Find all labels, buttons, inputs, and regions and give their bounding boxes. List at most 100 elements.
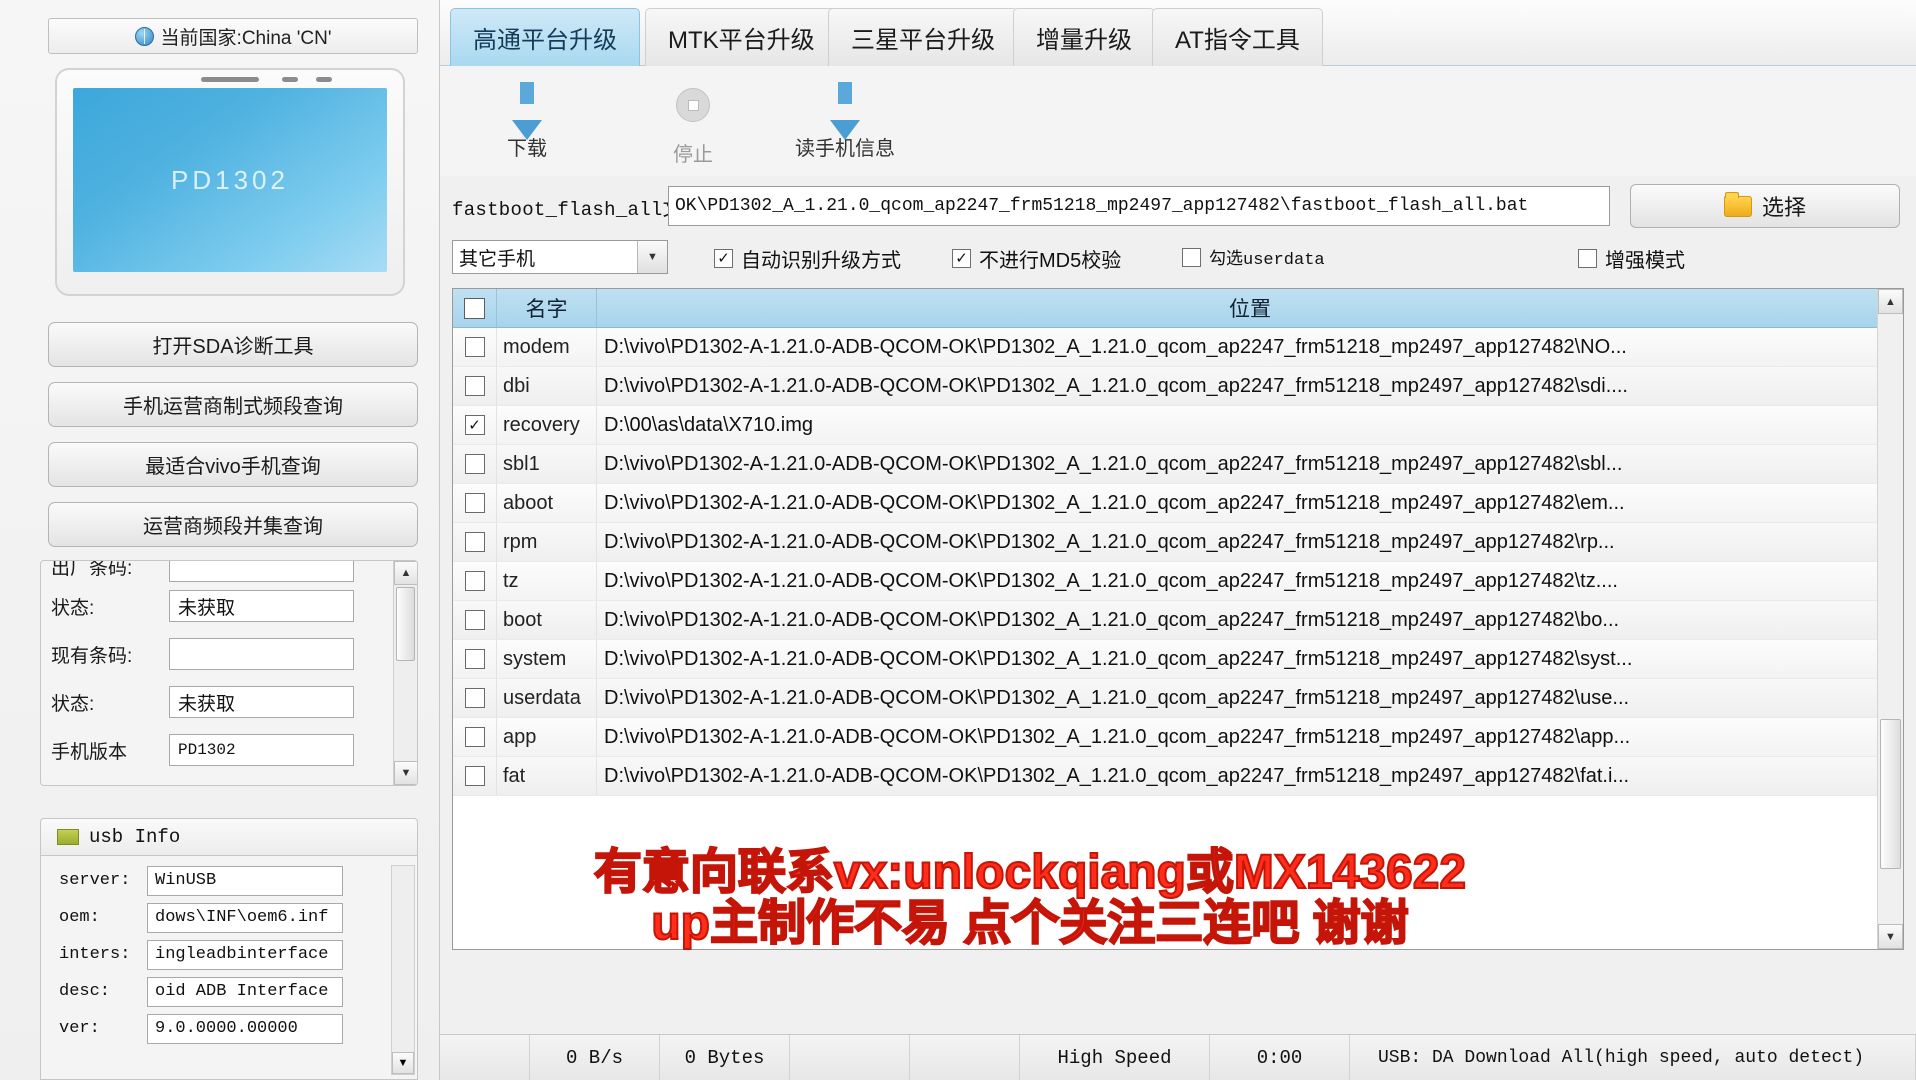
row-checkbox[interactable] [464,688,485,708]
table-row[interactable]: app D:\vivo\PD1302-A-1.21.0-ADB-QCOM-OK\P… [453,718,1903,757]
tab-samsung-upgrade[interactable]: 三星平台升级 [828,8,1018,66]
row-checkbox[interactable] [464,766,485,786]
select-file-button[interactable]: 选择 [1630,184,1900,228]
scrollbar-thumb[interactable] [1880,719,1901,869]
table-row[interactable]: userdata D:\vivo\PD1302-A-1.21.0-ADB-QCOM… [453,679,1903,718]
scrollbar-thumb[interactable] [396,587,415,661]
auto-detect-upgrade-checkbox[interactable]: ✓ 自动识别升级方式 [714,244,901,273]
tab-incremental-upgrade[interactable]: 增量升级 [1013,8,1155,66]
table-row[interactable]: dbi D:\vivo\PD1302-A-1.21.0-ADB-QCOM-OK\P… [453,367,1903,406]
chevron-down-icon[interactable]: ▼ [637,241,667,273]
row-checkbox-cell [453,640,497,678]
row-checkbox[interactable] [464,532,485,552]
row-checkbox[interactable] [464,649,485,669]
usb-info-value: dows\INF\oem6.inf [147,902,343,933]
phone-model-text: PD1302 [171,164,289,195]
phone-model-select-value: 其它手机 [459,248,536,270]
row-file-path: D:\vivo\PD1302-A-1.21.0-ADB-QCOM-OK\PD13… [604,569,1618,592]
usb-scrollbar[interactable]: ▼ [391,865,415,1075]
status-speed: 0 B/s [530,1035,660,1080]
phone-camera-icon [316,77,332,82]
carrier-band-union-query-button[interactable]: 运营商频段并集查询 [48,502,418,547]
checkbox-box [1578,249,1597,268]
info-value-field[interactable] [169,561,354,582]
table-row[interactable]: rpm D:\vivo\PD1302-A-1.21.0-ADB-QCOM-OK\P… [453,523,1903,562]
row-partition-name: system [497,640,597,678]
phone-speaker-icon [201,77,259,82]
table-row[interactable]: modem D:\vivo\PD1302-A-1.21.0-ADB-QCOM-OK… [453,328,1903,367]
table-scrollbar[interactable]: ▲ ▼ [1877,289,1903,949]
row-partition-name: dbi [497,367,597,405]
firmware-path-input[interactable]: OK\PD1302_A_1.21.0_qcom_ap2247_frm51218_… [668,186,1610,226]
row-checkbox-cell [453,718,497,756]
row-checkbox[interactable] [464,571,485,591]
table-row[interactable]: tz D:\vivo\PD1302-A-1.21.0-ADB-QCOM-OK\PD… [453,562,1903,601]
status-spacer [440,1035,530,1080]
sidebar-scrollbar[interactable]: ▲ ▼ [393,561,417,785]
stop-circle-icon [618,88,768,134]
row-file-path: D:\vivo\PD1302-A-1.21.0-ADB-QCOM-OK\PD13… [604,725,1631,748]
row-file-path: D:\vivo\PD1302-A-1.21.0-ADB-QCOM-OK\PD13… [604,374,1628,397]
scroll-up-arrow-icon[interactable]: ▲ [394,561,417,585]
phone-screen: PD1302 [73,88,387,272]
row-file-path: D:\00\as\data\X710.img [604,413,814,436]
scroll-down-arrow-icon[interactable]: ▼ [1878,924,1903,949]
row-file-path: D:\vivo\PD1302-A-1.21.0-ADB-QCOM-OK\PD13… [604,530,1615,553]
info-value-field[interactable]: 未获取 [169,686,354,718]
tab-qualcomm-upgrade[interactable]: 高通平台升级 [450,8,640,66]
left-sidebar: 当前国家:China 'CN' PD1302 打开SDA诊断工具 手机运营商制式… [0,0,440,1080]
stop-button[interactable]: 停止 [618,82,768,167]
row-checkbox-cell [453,601,497,639]
row-partition-name: tz [497,562,597,600]
usb-info-key: oem: [59,908,100,927]
open-sda-diagnostic-tool-button[interactable]: 打开SDA诊断工具 [48,322,418,367]
row-checkbox[interactable] [464,610,485,630]
status-mode: High Speed [1020,1035,1210,1080]
table-row[interactable]: fat D:\vivo\PD1302-A-1.21.0-ADB-QCOM-OK\P… [453,757,1903,796]
info-value-field[interactable]: 未获取 [169,590,354,622]
table-row[interactable]: aboot D:\vivo\PD1302-A-1.21.0-ADB-QCOM-OK… [453,484,1903,523]
column-header-name[interactable]: 名字 [497,289,597,327]
row-file-path: D:\vivo\PD1302-A-1.21.0-ADB-QCOM-OK\PD13… [604,647,1633,670]
table-row[interactable]: ✓ recovery D:\00\as\data\X710.img [453,406,1903,445]
carrier-band-query-button[interactable]: 手机运营商制式频段查询 [48,382,418,427]
device-info-group: 出厂条码: 状态: 未获取 现有条码: 状态: 未获取 手机版本 PD1302 … [40,560,418,786]
table-row[interactable]: boot D:\vivo\PD1302-A-1.21.0-ADB-QCOM-OK\… [453,601,1903,640]
phone-sensor-icon [282,77,298,82]
enhanced-mode-checkbox[interactable]: 增强模式 [1578,244,1685,273]
select-userdata-checkbox[interactable]: 勾选userdata [1182,244,1325,270]
usb-info-value: WinUSB [147,865,343,896]
row-checkbox[interactable] [464,727,485,747]
scroll-down-arrow-icon[interactable]: ▼ [394,761,417,785]
scroll-up-arrow-icon[interactable]: ▲ [1878,289,1903,314]
usb-info-body: server: WinUSB oem: dows\INF\oem6.inf in… [40,856,418,1080]
row-partition-name: app [497,718,597,756]
tab-mtk-upgrade[interactable]: MTK平台升级 [645,8,838,66]
row-checkbox[interactable]: ✓ [464,415,485,435]
status-usb-message: USB: DA Download All(high speed, auto de… [1350,1035,1916,1080]
download-button[interactable]: 下载 [452,82,602,161]
table-row[interactable]: system D:\vivo\PD1302-A-1.21.0-ADB-QCOM-O… [453,640,1903,679]
usb-icon [57,829,79,845]
read-phone-info-button[interactable]: 读手机信息 [770,82,920,161]
select-all-checkbox[interactable] [453,289,497,327]
row-checkbox[interactable] [464,376,485,396]
row-checkbox[interactable] [464,337,485,357]
column-header-location[interactable]: 位置 [597,289,1903,327]
row-checkbox[interactable] [464,493,485,513]
row-checkbox[interactable] [464,454,485,474]
phone-model-select[interactable]: 其它手机 ▼ [452,240,668,274]
row-checkbox-cell [453,523,497,561]
best-vivo-phone-query-button[interactable]: 最适合vivo手机查询 [48,442,418,487]
row-partition-name: modem [497,328,597,366]
tab-at-command-tool[interactable]: AT指令工具 [1152,8,1323,66]
scroll-down-arrow-icon[interactable]: ▼ [392,1052,414,1074]
row-file-path: D:\vivo\PD1302-A-1.21.0-ADB-QCOM-OK\PD13… [604,491,1625,514]
table-row[interactable]: sbl1 D:\vivo\PD1302-A-1.21.0-ADB-QCOM-OK\… [453,445,1903,484]
info-label: 手机版本 [51,741,128,763]
info-value-field[interactable] [169,638,354,670]
usb-info-key: server: [59,871,131,890]
skip-md5-checkbox[interactable]: ✓ 不进行MD5校验 [952,244,1121,273]
info-label: 现有条码: [51,645,133,667]
info-value-field[interactable]: PD1302 [169,734,354,766]
